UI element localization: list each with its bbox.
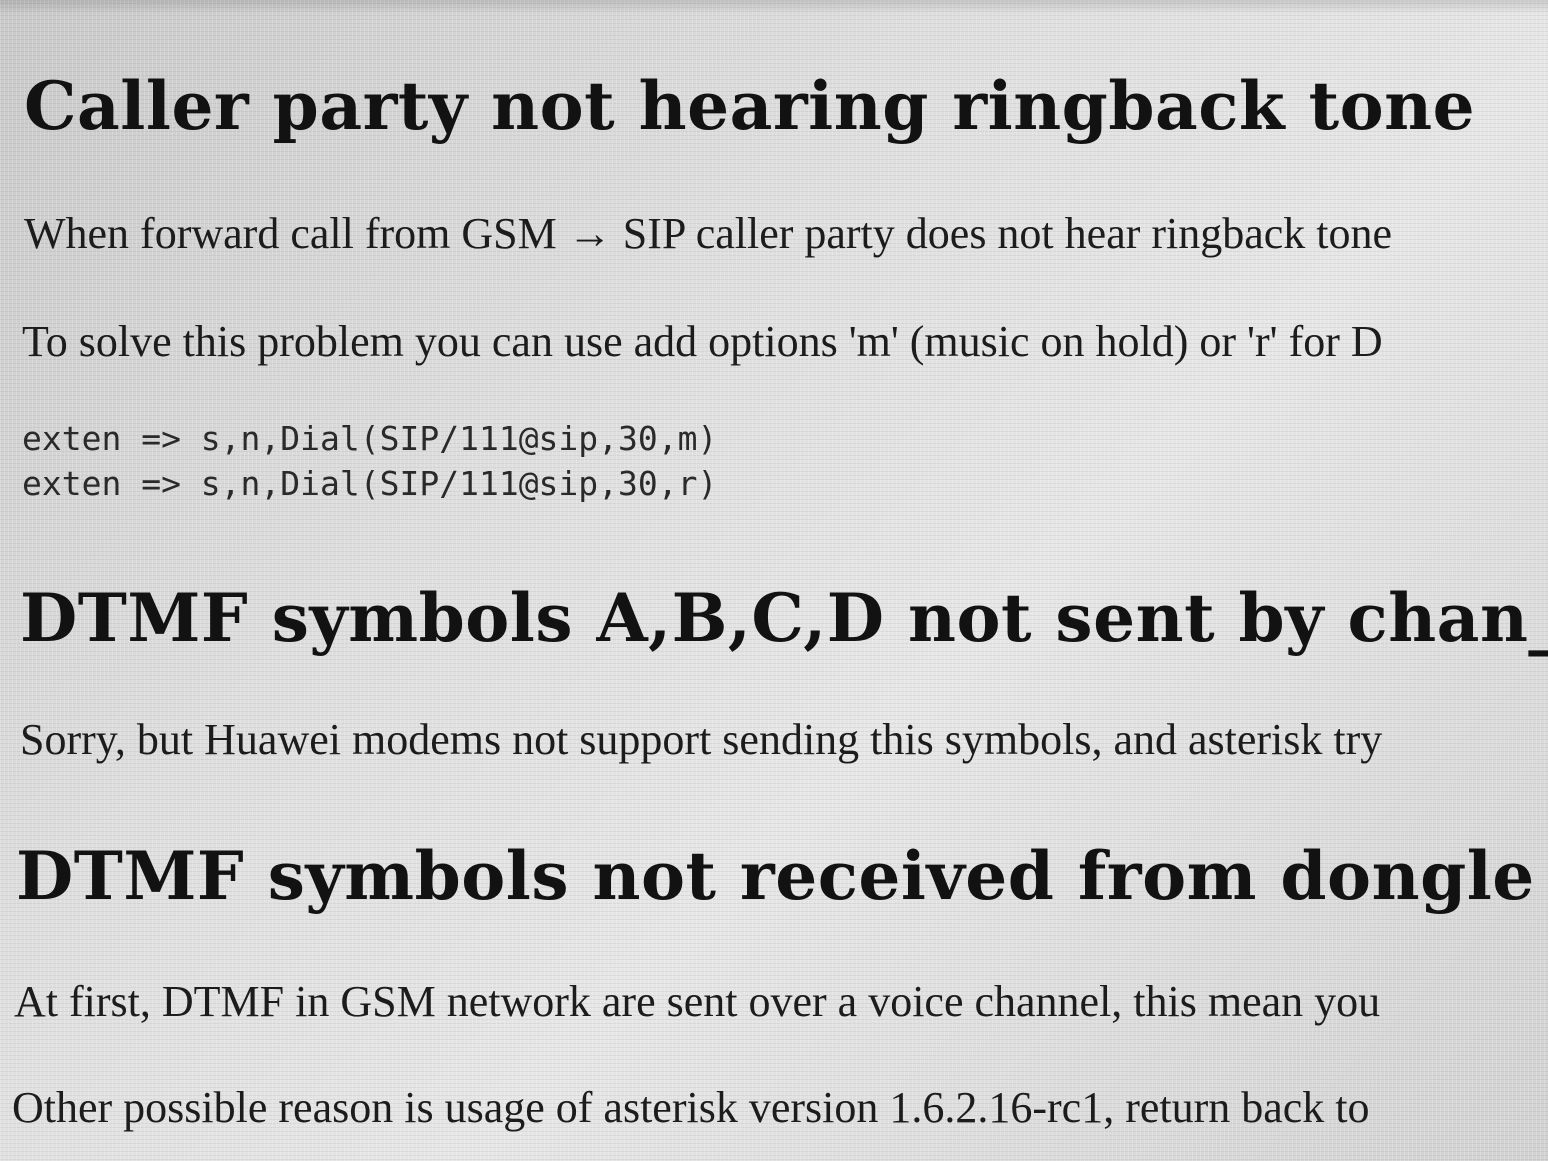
paragraph-dtmf-voice-channel: At first, DTMF in GSM network are sent o…: [14, 977, 1381, 1026]
code-line-music-on-hold: exten => s,n,Dial(SIP/111@sip,30,m): [22, 419, 718, 458]
paragraph-dtmf-send-explanation: Sorry, but Huawei modems not support sen…: [20, 715, 1383, 764]
section-heading-ringback: Caller party not hearing ringback tone: [24, 67, 1476, 145]
paragraph-asterisk-version: Other possible reason is usage of asteri…: [12, 1083, 1370, 1132]
paragraph-ringback-description: When forward call from GSM → SIP caller …: [24, 209, 1393, 258]
code-block-dial-options: exten => s,n,Dial(SIP/111@sip,30,m) exte…: [22, 416, 1222, 506]
code-line-ringback: exten => s,n,Dial(SIP/111@sip,30,r): [22, 464, 718, 503]
section-heading-dtmf-receive: DTMF symbols not received from dongle: [16, 837, 1535, 915]
document-page: Caller party not hearing ringback tone W…: [0, 0, 1548, 1161]
section-heading-dtmf-send: DTMF symbols A,B,C,D not sent by chan_do…: [20, 579, 1548, 657]
top-edge-shadow: [0, 0, 1548, 14]
paragraph-ringback-solution: To solve this problem you can use add op…: [22, 317, 1383, 366]
